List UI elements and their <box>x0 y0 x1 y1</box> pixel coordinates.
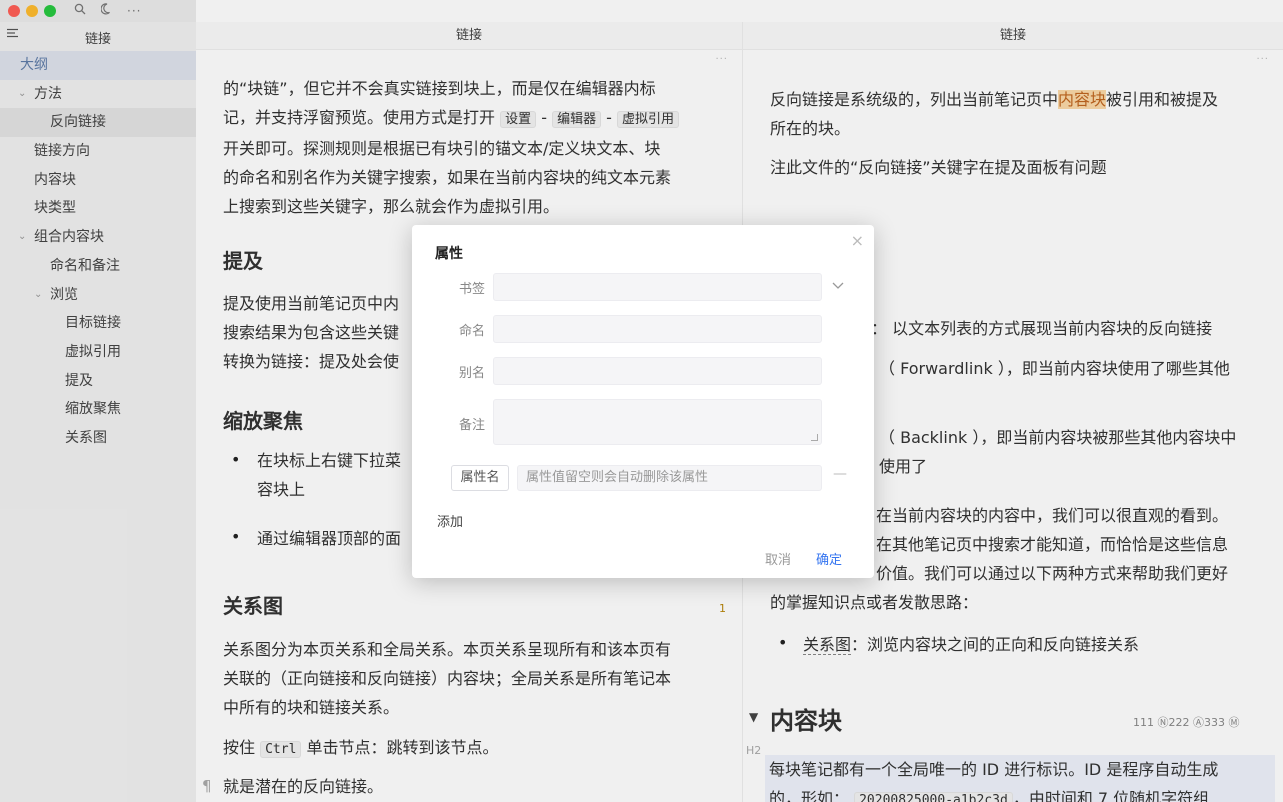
alias-label: 别名 <box>459 366 486 381</box>
attr-value-input[interactable]: 属性值留空则会自动删除该属性 <box>517 465 822 491</box>
cancel-button[interactable]: 取消 <box>765 549 791 568</box>
confirm-button[interactable]: 确定 <box>816 549 842 568</box>
remove-attr-icon[interactable]: — <box>833 466 847 482</box>
bookmark-label: 书签 <box>459 282 486 297</box>
attr-name-input[interactable]: 属性名 <box>451 465 509 491</box>
chevron-down-icon[interactable] <box>832 279 844 293</box>
dialog-title: 属性 <box>435 246 463 262</box>
resize-handle-icon[interactable] <box>811 434 818 441</box>
memo-textarea[interactable] <box>493 399 822 445</box>
attributes-dialog: 属性 × 书签 命名 别名 备注 属性名 属性值留空则会自动删除该属性 — 添加… <box>412 225 874 578</box>
name-label: 命名 <box>459 324 486 339</box>
name-input[interactable] <box>493 315 822 343</box>
close-icon[interactable]: × <box>851 231 864 250</box>
alias-input[interactable] <box>493 357 822 385</box>
bookmark-select[interactable] <box>493 273 822 301</box>
app-window: ··· 链接 大纲 ⌄ 方法 反向链接 链接方向 内容块 块类型 ⌄ 组合内容块 命… <box>0 0 1283 802</box>
add-button[interactable]: 添加 <box>437 511 463 530</box>
memo-label: 备注 <box>459 418 486 433</box>
